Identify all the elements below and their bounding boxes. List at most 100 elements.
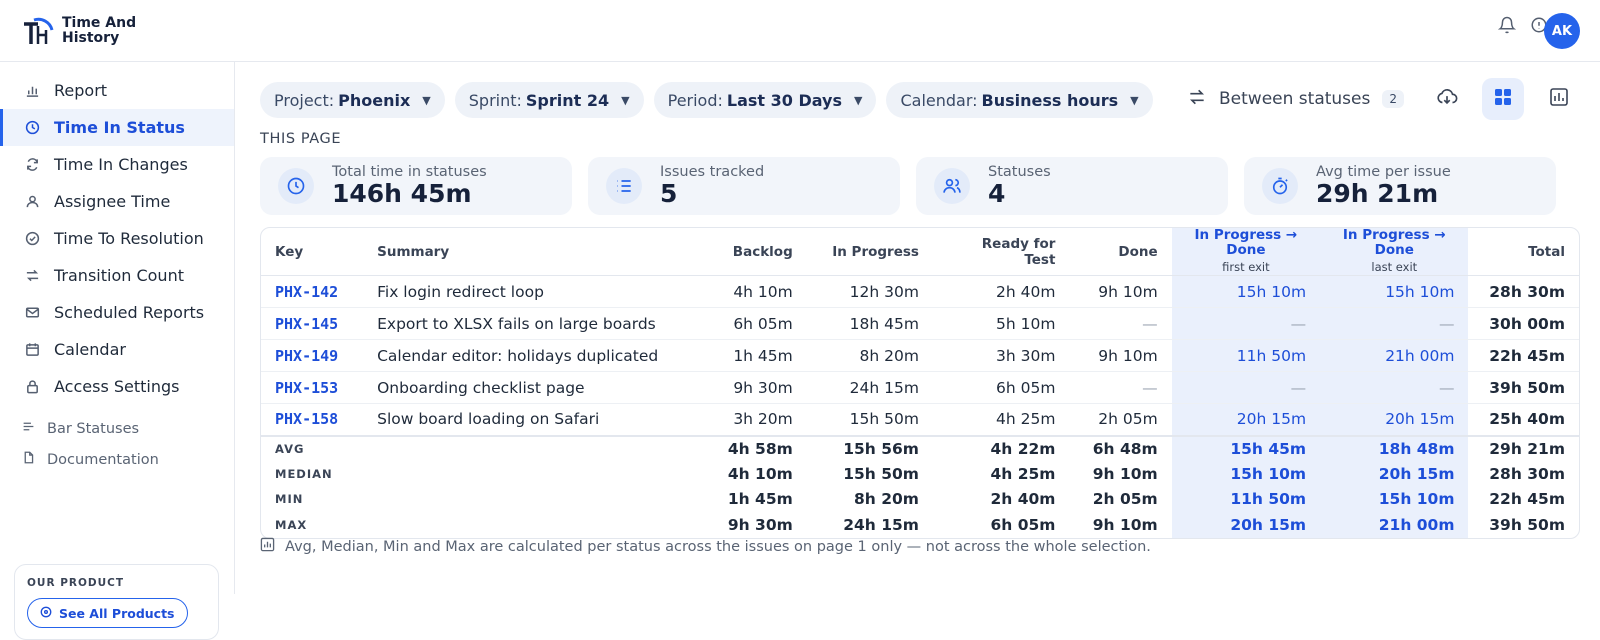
app-logo[interactable]: Time And History — [20, 14, 136, 48]
sidebar-item-assignee-time[interactable]: Assignee Time — [0, 183, 234, 220]
chart-view-button[interactable] — [1538, 78, 1580, 120]
agg-total: 28h 30m — [1489, 464, 1565, 483]
sidebar-item-transition-count[interactable]: Transition Count — [0, 257, 234, 294]
agg-ready: 4h 22m — [932, 434, 1070, 461]
col-ready-for-test[interactable]: Ready for Test — [932, 228, 1070, 276]
sprint-filter[interactable]: Sprint: Sprint 24 ▼ — [454, 82, 644, 118]
cell-total: 30h 00m — [1468, 307, 1579, 340]
sidebar-item-label: Time In Changes — [54, 155, 188, 174]
sidebar-item-scheduled-reports[interactable]: Scheduled Reports — [0, 294, 234, 331]
sidebar-item-calendar[interactable]: Calendar — [0, 331, 234, 368]
cell-between-first: 20h 15m — [1171, 403, 1321, 436]
avatar[interactable]: AK — [1544, 13, 1580, 49]
agg-between-last: 20h 15m — [1320, 461, 1469, 487]
sidebar-item-time-to-resolution[interactable]: Time To Resolution — [0, 220, 234, 257]
stat-card-total-time: Total time in statuses 146h 45m — [260, 157, 572, 215]
agg-in-progress: 15h 56m — [806, 434, 933, 461]
grid-view-button[interactable] — [1482, 78, 1524, 120]
col-total[interactable]: Total — [1468, 228, 1579, 276]
stat-value: 146h 45m — [332, 179, 472, 208]
see-all-label: See All Products — [59, 605, 175, 621]
cell-in-progress: 12h 30m — [806, 275, 933, 308]
time-in-status-table: Key Summary Backlog In Progress Ready fo… — [260, 227, 1580, 539]
sidebar-item-time-in-changes[interactable]: Time In Changes — [0, 146, 234, 183]
cell-between-first: — — [1171, 307, 1321, 340]
cell-total: 22h 45m — [1468, 339, 1579, 372]
cell-done: — — [1069, 371, 1172, 404]
cell-between-last: 15h 10m — [1320, 275, 1469, 308]
cell-in-progress: 15h 50m — [806, 403, 933, 436]
stats-row: Total time in statuses 146h 45m Issues t… — [260, 157, 1556, 215]
table-row: PHX-145 Export to XLSX fails on large bo… — [261, 307, 1579, 340]
cell-ready: 3h 30m — [932, 339, 1070, 372]
agg-done: 6h 48m — [1069, 434, 1172, 461]
between-header-label: In Progress → Done — [1342, 227, 1446, 258]
col-in-progress[interactable]: In Progress — [806, 228, 933, 276]
sidebar-item-label: Calendar — [54, 340, 126, 359]
clock-icon — [24, 120, 40, 136]
bar-chart-icon — [24, 83, 40, 99]
project-filter[interactable]: Project: Phoenix ▼ — [260, 82, 445, 118]
refresh-icon — [24, 157, 40, 173]
between-header-sub: last exit — [1371, 260, 1418, 274]
logo-line2: History — [62, 30, 120, 46]
see-all-products-button[interactable]: See All Products — [27, 598, 188, 628]
export-button[interactable] — [1426, 78, 1468, 120]
sidebar-item-label: Time To Resolution — [54, 229, 204, 248]
info-chart-icon — [260, 537, 275, 556]
issue-summary: Slow board loading on Safari — [363, 403, 686, 436]
col-between-last-exit[interactable]: In Progress → Done last exit — [1320, 227, 1469, 276]
sidebar-item-report[interactable]: Report — [0, 72, 234, 109]
agg-backlog: 4h 10m — [727, 464, 793, 483]
bell-icon[interactable] — [1497, 16, 1517, 38]
aggregate-row-max: MAX 9h 30m 24h 15m 6h 05m 9h 10m 20h 15m… — [261, 512, 1579, 538]
calendar-filter[interactable]: Calendar: Business hours ▼ — [886, 82, 1153, 118]
sidebar-item-access-settings[interactable]: Access Settings — [0, 368, 234, 405]
sidebar-item-bar-statuses[interactable]: Bar Statuses — [0, 413, 234, 444]
agg-total: 29h 21m — [1468, 434, 1579, 461]
period-filter[interactable]: Period: Last 30 Days ▼ — [653, 82, 877, 118]
table-header-row: Key Summary Backlog In Progress Ready fo… — [261, 228, 1579, 276]
issue-summary: Export to XLSX fails on large boards — [363, 307, 686, 340]
sidebar-sub-label: Bar Statuses — [47, 420, 140, 437]
filter-value: Phoenix — [338, 90, 411, 110]
issue-key-link[interactable]: PHX-153 — [275, 379, 338, 397]
sidebar-item-label: Report — [54, 81, 108, 100]
col-between-first-exit[interactable]: In Progress → Done first exit — [1171, 228, 1321, 276]
col-backlog[interactable]: Backlog — [685, 228, 807, 276]
cell-done: 2h 05m — [1069, 403, 1172, 436]
sidebar-item-documentation[interactable]: Documentation — [0, 444, 234, 475]
footnote: Avg, Median, Min and Max are calculated … — [260, 537, 1151, 556]
stat-card-avg-time: Avg time per issue 29h 21m — [1244, 157, 1556, 215]
toolbar: Between statuses 2 — [1187, 78, 1580, 120]
logo-line1: Time And — [62, 15, 137, 31]
filter-bar: Project: Phoenix ▼ Sprint: Sprint 24 ▼ P… — [260, 82, 1153, 118]
agg-ready: 4h 25m — [990, 464, 1056, 483]
sidebar-sub-nav: Bar Statuses Documentation — [0, 413, 234, 475]
agg-backlog: 1h 45m — [727, 490, 793, 509]
between-statuses-button[interactable]: Between statuses 2 — [1187, 87, 1404, 112]
cell-done: 9h 10m — [1069, 339, 1172, 372]
cell-done: 9h 10m — [1069, 275, 1172, 308]
issue-key-link[interactable]: PHX-142 — [275, 283, 338, 301]
table-row: PHX-149 Calendar editor: holidays duplic… — [261, 339, 1579, 372]
issue-key-link[interactable]: PHX-149 — [275, 347, 338, 365]
issue-key-link[interactable]: PHX-158 — [275, 410, 338, 428]
agg-total: 22h 45m — [1489, 490, 1565, 509]
footnote-text: Avg, Median, Min and Max are calculated … — [285, 538, 1151, 555]
aggregate-row-median: MEDIAN 4h 10m 15h 50m 4h 25m 9h 10m 15h … — [261, 461, 1579, 487]
col-summary[interactable]: Summary — [363, 228, 686, 276]
stat-value: 5 — [660, 179, 678, 208]
aggregate-label: MEDIAN — [275, 466, 333, 481]
agg-ready: 2h 40m — [990, 490, 1056, 509]
cell-in-progress: 8h 20m — [806, 339, 933, 372]
lock-icon — [24, 379, 40, 395]
sidebar-item-time-in-status[interactable]: Time In Status — [0, 109, 234, 146]
col-done[interactable]: Done — [1069, 228, 1172, 276]
issue-key-link[interactable]: PHX-145 — [275, 315, 338, 333]
col-key[interactable]: Key — [261, 228, 364, 276]
agg-in-progress: 8h 20m — [854, 490, 919, 509]
sidebar-item-label: Time In Status — [54, 118, 185, 137]
section-label: THIS PAGE — [260, 131, 342, 147]
cell-ready: 2h 40m — [932, 275, 1070, 308]
